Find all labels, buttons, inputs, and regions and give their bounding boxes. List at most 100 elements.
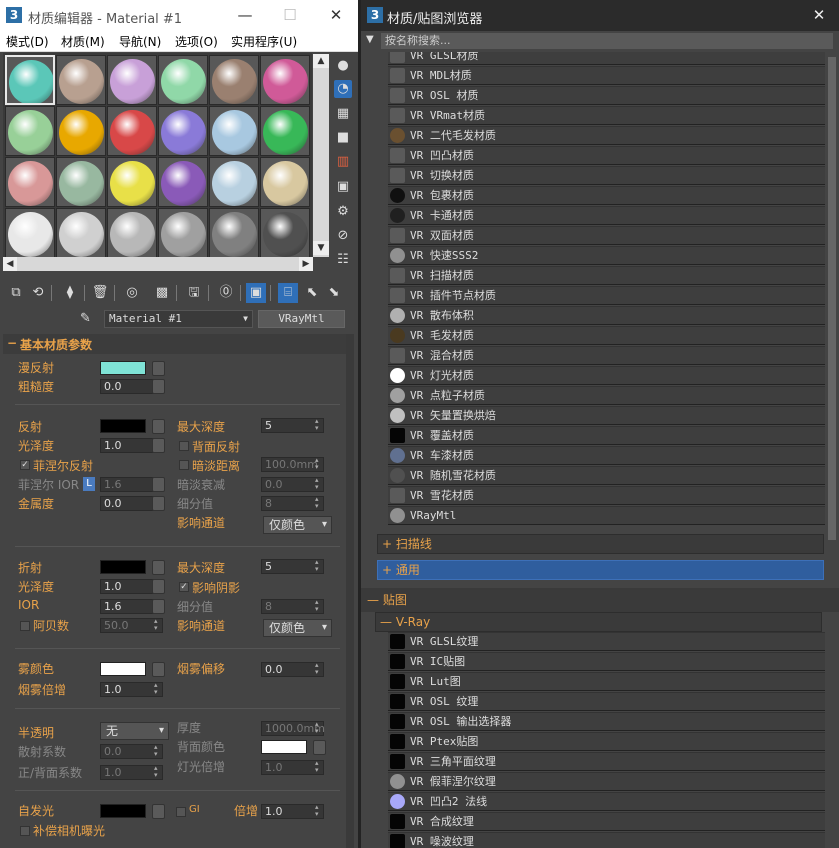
reflect-subdivs-spinner[interactable]: 8 [261, 496, 324, 511]
put-to-library-icon[interactable]: 🖫 [184, 283, 204, 303]
fog-map-button[interactable] [152, 662, 165, 677]
back-color-swatch[interactable] [261, 740, 307, 754]
sample-type-icon[interactable]: ● [334, 57, 352, 75]
roughness-map-button[interactable] [152, 379, 165, 394]
abbe-spinner[interactable]: 50.0 [100, 618, 163, 633]
rollout-header[interactable]: − 基本材质参数 [3, 334, 346, 354]
go-forward-sibling-icon[interactable]: ⬊ [324, 283, 344, 303]
map-list-item[interactable]: VR IC贴图 [388, 652, 825, 671]
material-slot[interactable] [158, 55, 208, 105]
material-id-icon[interactable]: ⓪ [216, 283, 236, 303]
menu-mode[interactable]: 模式(D) [6, 33, 49, 50]
material-slot[interactable] [56, 157, 106, 207]
params-scrollbar[interactable] [346, 334, 354, 848]
map-list-item[interactable]: VR 假菲涅尔纹理 [388, 772, 825, 791]
material-list-item[interactable]: VR 散布体积 [388, 306, 825, 325]
material-slot[interactable] [5, 208, 55, 258]
material-slot[interactable] [107, 208, 157, 258]
fog-mult-spinner[interactable]: 1.0 [100, 682, 163, 697]
back-reflect-checkbox[interactable] [179, 441, 189, 451]
assign-to-selection-icon[interactable]: ⧫ [60, 283, 80, 303]
browser-close-button[interactable]: ✕ [809, 5, 829, 25]
menu-options[interactable]: 选项(O) [175, 33, 218, 50]
reset-icon[interactable]: 🗑 [90, 283, 110, 303]
map-list-item[interactable]: VR 三角平面纹理 [388, 752, 825, 771]
backlight-icon[interactable]: ◔ [334, 80, 352, 98]
material-slot[interactable] [158, 157, 208, 207]
search-input[interactable]: 按名称搜索... [381, 33, 833, 49]
material-list-item[interactable]: VR 车漆材质 [388, 446, 825, 465]
copy-material-icon[interactable]: ◎ [122, 283, 142, 303]
material-list-item[interactable]: VR 雪花材质 [388, 486, 825, 505]
material-slot[interactable] [209, 55, 259, 105]
material-list-item[interactable]: VR 矢量置换烘焙 [388, 406, 825, 425]
compensate-exposure-checkbox[interactable] [20, 826, 30, 836]
material-slot[interactable] [56, 55, 106, 105]
self-illum-map-button[interactable] [152, 804, 165, 819]
reflect-gloss-map-button[interactable] [152, 438, 165, 453]
material-slot[interactable] [5, 157, 55, 207]
material-slot[interactable] [260, 55, 310, 105]
material-list-item[interactable]: VR 毛发材质 [388, 326, 825, 345]
refract-color-swatch[interactable] [100, 560, 146, 574]
refract-subdivs-spinner[interactable]: 8 [261, 599, 324, 614]
material-list-item[interactable]: VR 二代毛发材质 [388, 126, 825, 145]
scatter-coeff-spinner[interactable]: 0.0 [100, 744, 163, 759]
menu-material[interactable]: 材质(M) [61, 33, 105, 50]
material-slot[interactable] [107, 157, 157, 207]
map-list-item[interactable]: VR GLSL纹理 [388, 632, 825, 651]
material-list-item[interactable]: VR 凹凸材质 [388, 146, 825, 165]
material-list-item[interactable]: VR MDL材质 [388, 66, 825, 85]
material-list-item[interactable]: VR GLSL材质 [388, 52, 825, 65]
map-list-item[interactable]: VR Lut图 [388, 672, 825, 691]
slots-hscrollbar[interactable]: ◀ ▶ [3, 257, 313, 271]
slots-vscrollbar[interactable]: ▲ ▼ [313, 54, 329, 257]
dim-falloff-spinner[interactable]: 0.0 [261, 477, 324, 492]
menu-navigation[interactable]: 导航(N) [119, 33, 161, 50]
self-illum-color-swatch[interactable] [100, 804, 146, 818]
reflect-color-swatch[interactable] [100, 419, 146, 433]
refract-gloss-map-button[interactable] [152, 579, 165, 594]
refract-map-button[interactable] [152, 560, 165, 575]
material-slot[interactable] [209, 157, 259, 207]
fog-bias-spinner[interactable]: 0.0 [261, 662, 324, 677]
material-list-item[interactable]: VR 混合材质 [388, 346, 825, 365]
close-button[interactable]: ✕ [326, 5, 346, 25]
material-slot[interactable] [5, 55, 55, 105]
chevron-down-icon[interactable]: ▼ [243, 311, 248, 327]
material-list-item[interactable]: VR 灯光材质 [388, 366, 825, 385]
material-slot[interactable] [56, 106, 106, 156]
maximize-button[interactable]: ☐ [280, 5, 300, 25]
refract-max-depth-spinner[interactable]: 5 [261, 559, 324, 574]
group-vray-maps[interactable]: — V-Ray [375, 612, 822, 632]
rollout-collapse-icon[interactable]: − [7, 336, 17, 350]
map-list-item[interactable]: VR OSL 输出选择器 [388, 712, 825, 731]
thickness-spinner[interactable]: 1000.0mm [261, 721, 325, 736]
material-slot[interactable] [260, 157, 310, 207]
material-list-item[interactable]: VR 扫描材质 [388, 266, 825, 285]
affect-shadows-checkbox[interactable]: ✓ [179, 582, 189, 592]
material-list-item[interactable]: VR 快速SSS2 [388, 246, 825, 265]
material-list-item[interactable]: VR 卡通材质 [388, 206, 825, 225]
uv-tiling-icon[interactable]: ■ [334, 129, 352, 147]
dim-distance-spinner[interactable]: 100.0mm [261, 457, 324, 472]
refract-affect-channels-dropdown[interactable]: 仅颜色 [263, 619, 332, 637]
put-to-scene-icon[interactable]: ⟲ [28, 283, 48, 303]
material-type-button[interactable]: VRayMtl [258, 310, 345, 328]
self-illum-mult-spinner[interactable]: 1.0 [261, 804, 324, 819]
scroll-down-icon[interactable]: ▼ [313, 241, 329, 255]
options-icon[interactable]: ⚙ [334, 203, 352, 221]
material-list-item[interactable]: VR 随机雪花材质 [388, 466, 825, 485]
light-mult-spinner[interactable]: 1.0 [261, 760, 324, 775]
map-list-item[interactable]: VR 合成纹理 [388, 812, 825, 831]
material-list-item[interactable]: VR 切换材质 [388, 166, 825, 185]
material-list-item[interactable]: VR VRmat材质 [388, 106, 825, 125]
video-color-check-icon[interactable]: ▥ [334, 153, 352, 171]
material-slot[interactable] [56, 208, 106, 258]
material-list-item[interactable]: VR 插件节点材质 [388, 286, 825, 305]
material-name-field[interactable]: Material #1 ▼ [104, 310, 253, 328]
group-maps[interactable]: — 贴图 [361, 588, 839, 612]
material-list-item[interactable]: VR 点粒子材质 [388, 386, 825, 405]
abbe-checkbox[interactable] [20, 621, 30, 631]
reflect-map-button[interactable] [152, 419, 165, 434]
